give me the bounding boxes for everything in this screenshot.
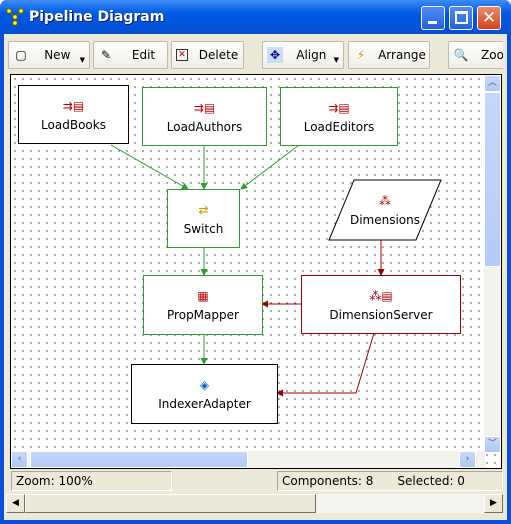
diagram-canvas[interactable]: ⇉▤ LoadBooks ⇉▤ LoadAuthors ⇉▤ LoadEditors … (10, 74, 502, 469)
node-loadeditors[interactable]: ⇉▤ LoadEditors (280, 87, 398, 146)
dimensions-icon: ⁂ (379, 194, 391, 208)
server-icon: ⁂▤ (369, 288, 393, 303)
dropdown-arrow-icon[interactable]: ▼ (80, 56, 85, 64)
node-propmapper[interactable]: ▦ PropMapper (143, 275, 263, 335)
arrange-button[interactable]: ⚡ Arrange (348, 41, 430, 69)
node-indexeradapter[interactable]: ◈ IndexerAdapter (131, 364, 278, 424)
node-dimensions[interactable]: ⁂ Dimensions (341, 180, 429, 240)
scroll-left-button[interactable]: ◀ (6, 494, 25, 513)
window-scroll-thumb[interactable] (25, 494, 316, 513)
align-button[interactable]: ✥ Align ▼ (262, 41, 344, 69)
dropdown-arrow-icon[interactable]: ▼ (334, 56, 339, 64)
loader-icon: ⇉▤ (62, 98, 85, 113)
align-icon: ✥ (267, 47, 283, 63)
zoom-icon: 🔍 (453, 48, 469, 62)
loader-icon: ⇉▤ (193, 100, 216, 115)
scroll-up-button[interactable]: ︿ (484, 75, 501, 92)
zoom-status: Zoom: 100% (11, 471, 172, 491)
edge-loadbooks-switch[interactable] (110, 144, 189, 190)
vertical-scroll-thumb[interactable] (484, 92, 501, 267)
window-title: Pipeline Diagram (29, 9, 165, 25)
mapper-icon: ▦ (197, 289, 209, 303)
delete-icon: ✕ (176, 49, 188, 61)
node-loadauthors[interactable]: ⇉▤ LoadAuthors (142, 87, 267, 146)
zoom-button[interactable]: 🔍Zoom (448, 41, 503, 69)
pipeline-app-icon (6, 8, 24, 26)
window-client: ▢ New ▼ ✎ Edit ✕ Delete ✥ Align ▼ ⚡ Arrange 🔍 Zo… (4, 34, 507, 520)
selected-count: Selected: 0 (397, 474, 465, 488)
minimize-button[interactable] (421, 6, 445, 30)
scroll-right-button[interactable]: › (459, 451, 476, 468)
edge-loadeditors-switch[interactable] (240, 144, 300, 190)
loader-icon: ⇉▤ (328, 100, 350, 115)
delete-button[interactable]: ✕ Delete (171, 41, 244, 69)
status-bar: Zoom: 100% Components: 8 Selected: 0 (8, 471, 503, 491)
arrange-icon: ⚡ (356, 48, 366, 62)
maximize-button[interactable] (449, 6, 473, 30)
scroll-down-button[interactable]: ﹀ (484, 436, 501, 453)
title-bar[interactable]: Pipeline Diagram ✕ (0, 0, 511, 34)
scroll-right-button[interactable]: ▶ (484, 494, 503, 513)
switch-icon: ⇄ (198, 202, 209, 217)
new-document-icon: ▢ (15, 48, 27, 62)
indexer-icon: ◈ (199, 378, 210, 392)
new-button[interactable]: ▢ New ▼ (8, 41, 90, 69)
horizontal-scroll-thumb[interactable] (30, 451, 248, 468)
window-horizontal-scrollbar[interactable]: ◀ ▶ (6, 494, 503, 513)
horizontal-scrollbar[interactable]: ‹ › (11, 451, 485, 468)
vertical-scrollbar[interactable]: ︿ ﹀ (484, 75, 501, 453)
window: Pipeline Diagram ✕ ▢ New ▼ ✎ Edit ✕ Delete ✥… (0, 0, 511, 524)
node-dimensionserver[interactable]: ⁂▤ DimensionServer (301, 275, 461, 334)
edit-button[interactable]: ✎ Edit (93, 41, 168, 69)
toolbar: ▢ New ▼ ✎ Edit ✕ Delete ✥ Align ▼ ⚡ Arrange 🔍 Zo… (8, 41, 503, 69)
edge-dimensionserver-indexeradapter[interactable] (276, 332, 375, 397)
node-loadbooks[interactable]: ⇉▤ LoadBooks (18, 85, 129, 144)
components-count: Components: 8 (282, 474, 374, 488)
edit-icon: ✎ (100, 48, 112, 62)
counts-status: Components: 8 Selected: 0 (277, 471, 503, 491)
close-button[interactable]: ✕ (477, 6, 501, 30)
scroll-left-button[interactable]: ‹ (11, 451, 28, 468)
node-switch[interactable]: ⇄ Switch (167, 189, 240, 248)
